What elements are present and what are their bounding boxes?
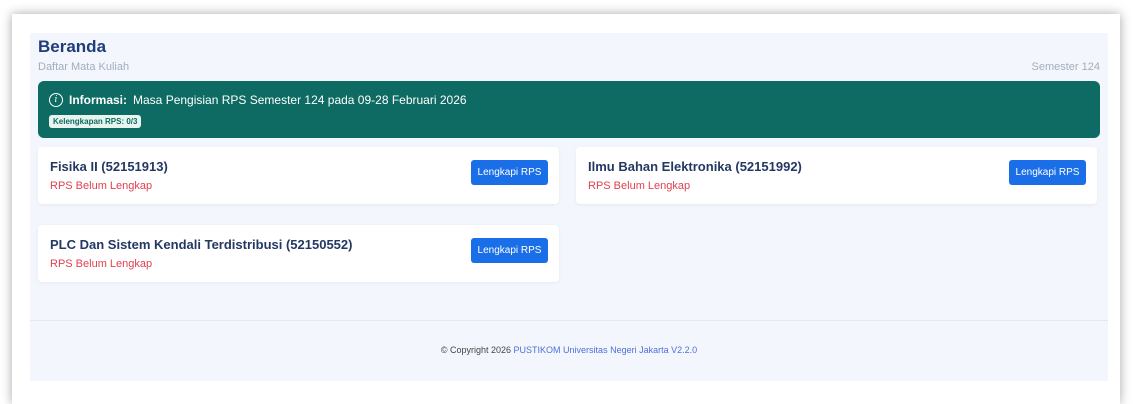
course-status: RPS Belum Lengkap — [50, 258, 153, 270]
footer: © Copyright 2026 PUSTIKOM Universitas Ne… — [30, 345, 1108, 355]
page-title: Beranda — [38, 37, 107, 56]
course-card: Fisika II (52151913) RPS Belum Lengkap L… — [38, 147, 559, 204]
info-icon: i — [49, 93, 63, 107]
lengkapi-rps-button[interactable]: Lengkapi RPS — [471, 160, 548, 185]
course-title: Ilmu Bahan Elektronika (52151992) — [588, 159, 802, 174]
info-label: Informasi: — [69, 93, 128, 107]
page-header: Beranda Daftar Mata Kuliah Semester 124 — [38, 35, 1100, 75]
course-card: Ilmu Bahan Elektronika (52151992) RPS Be… — [576, 147, 1097, 204]
footer-divider — [30, 320, 1108, 321]
page-subtitle: Daftar Mata Kuliah — [38, 61, 130, 73]
footer-link[interactable]: PUSTIKOM Universitas Negeri Jakarta V2.2… — [514, 345, 698, 355]
course-title: Fisika II (52151913) — [50, 159, 168, 174]
copyright-text: © Copyright 2026 — [440, 345, 512, 355]
main-content: Beranda Daftar Mata Kuliah Semester 124 … — [30, 33, 1108, 381]
course-status: RPS Belum Lengkap — [50, 180, 153, 192]
info-line: i Informasi: Masa Pengisian RPS Semester… — [49, 93, 467, 107]
completeness-badge: Kelengkapan RPS: 0/3 — [49, 115, 142, 128]
semester-label: Semester 124 — [1031, 61, 1100, 73]
course-card: PLC Dan Sistem Kendali Terdistribusi (52… — [38, 225, 559, 282]
page-frame: Beranda Daftar Mata Kuliah Semester 124 … — [12, 14, 1120, 404]
course-title: PLC Dan Sistem Kendali Terdistribusi (52… — [50, 237, 353, 252]
course-status: RPS Belum Lengkap — [588, 180, 691, 192]
lengkapi-rps-button[interactable]: Lengkapi RPS — [1009, 160, 1086, 185]
info-message: Masa Pengisian RPS Semester 124 pada 09-… — [133, 93, 467, 107]
info-banner: i Informasi: Masa Pengisian RPS Semester… — [38, 81, 1100, 138]
lengkapi-rps-button[interactable]: Lengkapi RPS — [471, 238, 548, 263]
